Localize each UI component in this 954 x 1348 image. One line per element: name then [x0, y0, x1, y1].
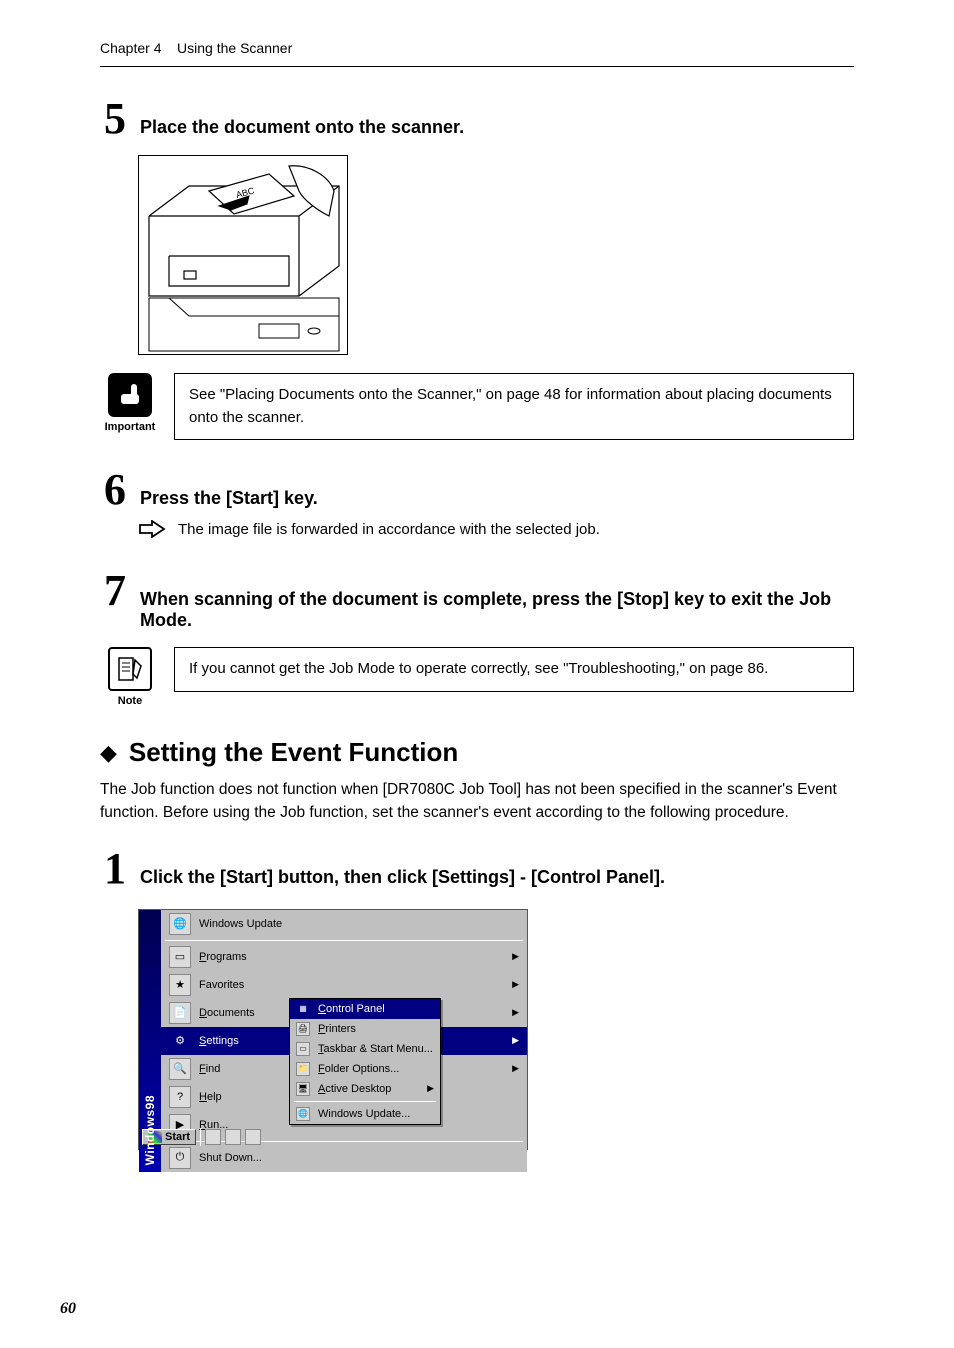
important-icon-wrap: Important — [100, 373, 160, 433]
chapter-label: Chapter 4 Using the Scanner — [100, 40, 292, 56]
section-body: The Job function does not function when … — [100, 778, 854, 825]
menu-programs[interactable]: ▭ Programs ▶ — [161, 943, 527, 971]
step-title: Press the [Start] key. — [140, 480, 854, 509]
note-icon — [108, 647, 152, 691]
step-number: 6 — [100, 468, 130, 512]
chapter-number: Chapter 4 — [100, 40, 161, 56]
scanner-drawing-icon: ABC — [139, 156, 349, 356]
favorites-icon: ★ — [169, 974, 191, 996]
documents-icon: 📄 — [169, 1002, 191, 1024]
menu-label: Help — [199, 1091, 222, 1103]
note-icon-wrap: Note — [100, 647, 160, 707]
help-icon: ? — [169, 1086, 191, 1108]
important-icon — [108, 373, 152, 417]
step-6-sub-text: The image file is forwarded in accordanc… — [178, 520, 600, 538]
submenu-windows-update[interactable]: 🌐 Windows Update... — [290, 1104, 440, 1124]
menu-label: Programs — [199, 951, 247, 963]
note-callout: Note If you cannot get the Job Mode to o… — [100, 647, 854, 707]
quicklaunch-icon[interactable] — [205, 1129, 221, 1145]
menu-label: Windows Update — [199, 918, 282, 930]
section-heading-row: ◆ Setting the Event Function — [100, 737, 854, 768]
menu-windows-update[interactable]: 🌐 Windows Update — [161, 910, 527, 938]
submenu-arrow-icon: ▶ — [427, 1083, 434, 1094]
step-number: 1 — [100, 847, 130, 891]
submenu-control-panel[interactable]: ▦ Control Panel — [290, 999, 440, 1019]
section-heading: Setting the Event Function — [129, 737, 458, 768]
menu-label: Find — [199, 1063, 220, 1075]
step-7: 7 When scanning of the document is compl… — [100, 569, 854, 631]
windows-stripe-text: Windows98 — [143, 1095, 157, 1165]
menu-label: Windows Update... — [318, 1108, 410, 1120]
scanner-illustration: ABC — [138, 155, 348, 355]
menu-label: Printers — [318, 1023, 356, 1035]
quicklaunch-icon[interactable] — [225, 1129, 241, 1145]
start-button-label: Start — [165, 1131, 190, 1143]
important-label: Important — [105, 421, 156, 433]
step-6: 6 Press the [Start] key. — [100, 468, 854, 512]
printers-icon: 🖨 — [296, 1022, 310, 1036]
menu-favorites[interactable]: ★ Favorites ▶ — [161, 971, 527, 999]
find-icon: 🔍 — [169, 1058, 191, 1080]
submenu-arrow-icon: ▶ — [512, 1063, 519, 1074]
result-arrow-icon — [138, 520, 166, 543]
step-number: 5 — [100, 97, 130, 141]
submenu-arrow-icon: ▶ — [512, 1007, 519, 1018]
settings-submenu: ▦ Control Panel 🖨 Printers ▭ Taskbar & S… — [289, 998, 441, 1125]
menu-label: Documents — [199, 1007, 255, 1019]
start-menu-screenshot: Windows98 🌐 Windows Update ▭ Programs ▶ … — [138, 909, 528, 1150]
chapter-header: Chapter 4 Using the Scanner — [100, 40, 854, 67]
folder-icon: 📁 — [296, 1062, 310, 1076]
shutdown-icon: ⏻ — [169, 1147, 191, 1169]
menu-label: Favorites — [199, 979, 244, 991]
submenu-arrow-icon: ▶ — [512, 979, 519, 990]
submenu-taskbar[interactable]: ▭ Taskbar & Start Menu... — [290, 1039, 440, 1059]
menu-label: Active Desktop — [318, 1083, 391, 1095]
step-number: 7 — [100, 569, 130, 613]
step-1: 1 Click the [Start] button, then click [… — [100, 847, 854, 891]
menu-separator — [165, 940, 523, 941]
submenu-printers[interactable]: 🖨 Printers — [290, 1019, 440, 1039]
taskbar-icon: ▭ — [296, 1042, 310, 1056]
quicklaunch-icon[interactable] — [245, 1129, 261, 1145]
step-title: Click the [Start] button, then click [Se… — [140, 859, 854, 888]
menu-shutdown[interactable]: ⏻ Shut Down... — [161, 1144, 527, 1172]
step-5: 5 Place the document onto the scanner. — [100, 97, 854, 141]
step-title: When scanning of the document is complet… — [140, 581, 854, 631]
menu-separator — [294, 1101, 436, 1102]
step-6-sub: The image file is forwarded in accordanc… — [138, 520, 854, 543]
memo-icon — [115, 654, 145, 684]
menu-label: Folder Options... — [318, 1063, 399, 1075]
menu-label: Taskbar & Start Menu... — [318, 1043, 433, 1055]
page-number: 60 — [60, 1300, 76, 1318]
hand-point-icon — [115, 380, 145, 410]
important-text: See "Placing Documents onto the Scanner,… — [174, 373, 854, 440]
submenu-arrow-icon: ▶ — [512, 951, 519, 962]
programs-icon: ▭ — [169, 946, 191, 968]
step-title: Place the document onto the scanner. — [140, 109, 854, 138]
diamond-bullet-icon: ◆ — [100, 740, 117, 766]
menu-label: Settings — [199, 1035, 239, 1047]
menu-label: Shut Down... — [199, 1152, 262, 1164]
globe-icon: 🌐 — [296, 1107, 310, 1121]
desktop-icon: 🖥 — [296, 1082, 310, 1096]
globe-icon: 🌐 — [169, 913, 191, 935]
chapter-title: Using the Scanner — [177, 40, 292, 56]
submenu-folder-options[interactable]: 📁 Folder Options... — [290, 1059, 440, 1079]
settings-icon: ⚙ — [169, 1030, 191, 1052]
control-panel-icon: ▦ — [296, 1002, 310, 1016]
taskbar-separator — [200, 1128, 201, 1146]
menu-label: Control Panel — [318, 1003, 385, 1015]
submenu-arrow-icon: ▶ — [512, 1035, 519, 1046]
submenu-active-desktop[interactable]: 🖥 Active Desktop ▶ — [290, 1079, 440, 1099]
note-text: If you cannot get the Job Mode to operat… — [174, 647, 854, 692]
note-label: Note — [118, 695, 142, 707]
important-callout: Important See "Placing Documents onto th… — [100, 373, 854, 440]
